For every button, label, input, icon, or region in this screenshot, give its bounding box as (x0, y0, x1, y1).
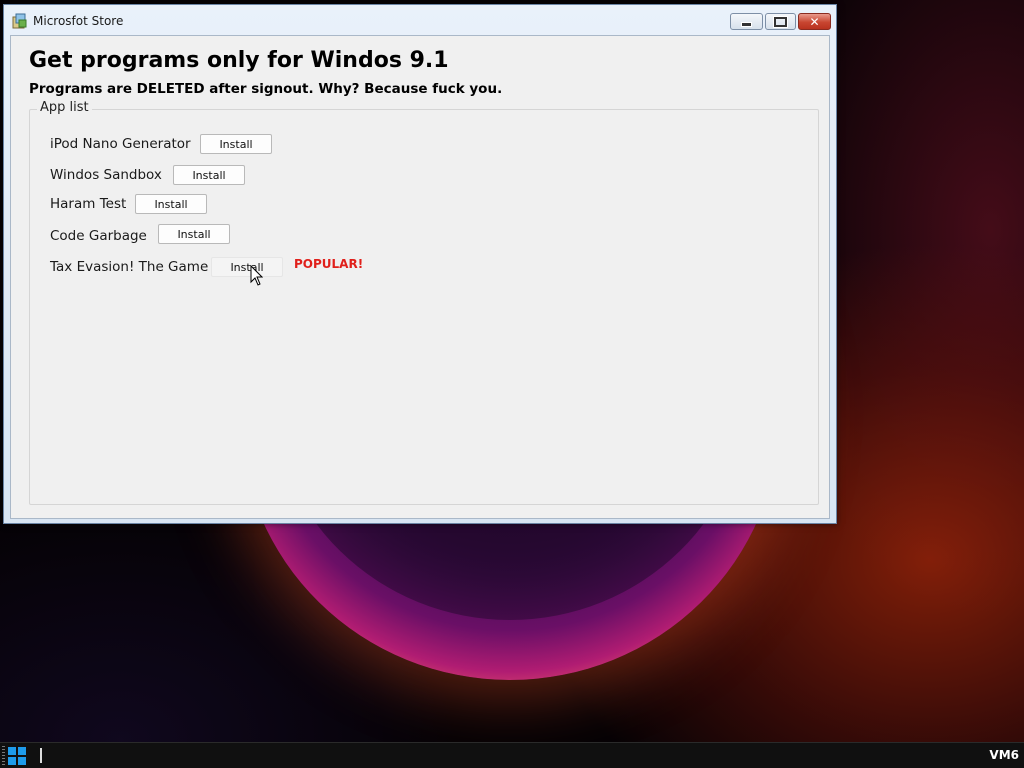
maximize-icon (773, 15, 788, 28)
mouse-cursor-icon (250, 265, 263, 286)
app-name: Tax Evasion! The Game (50, 259, 209, 275)
install-button-ipod-nano-generator[interactable]: Install (200, 134, 272, 154)
app-name: Code Garbage (50, 228, 147, 244)
popular-badge: POPULAR! (294, 257, 364, 271)
page-title: Get programs only for Windos 9.1 (29, 48, 449, 73)
minimize-icon (741, 22, 752, 27)
app-list-group: App list iPod Nano Generator Install Win… (29, 100, 819, 505)
minimize-button[interactable] (730, 13, 763, 30)
close-button[interactable]: ✕ (798, 13, 831, 30)
install-button-haram-test[interactable]: Install (135, 194, 207, 214)
windows-logo-icon[interactable] (8, 747, 26, 765)
desktop: Microsfot Store ✕ Get programs only for … (0, 0, 1024, 742)
maximize-button[interactable] (765, 13, 796, 30)
taskbar-grip (2, 746, 5, 766)
page-subtitle: Programs are DELETED after signout. Why?… (29, 81, 503, 97)
install-button-code-garbage[interactable]: Install (158, 224, 230, 244)
app-list-label: App list (37, 100, 92, 115)
title-bar[interactable]: Microsfot Store ✕ (4, 5, 836, 35)
taskbar-search-caret[interactable] (40, 748, 42, 763)
app-name: Haram Test (50, 196, 127, 212)
app-icon (12, 13, 27, 29)
window-title: Microsfot Store (33, 14, 124, 28)
install-button-tax-evasion[interactable]: Install (211, 257, 283, 277)
app-name: Windos Sandbox (50, 167, 162, 183)
vm-label: VM6 (989, 748, 1019, 762)
store-window: Microsfot Store ✕ Get programs only for … (3, 4, 837, 524)
close-icon: ✕ (809, 14, 820, 29)
install-button-windos-sandbox[interactable]: Install (173, 165, 245, 185)
taskbar: VM6 (0, 742, 1024, 768)
app-name: iPod Nano Generator (50, 136, 191, 152)
window-client-area: Get programs only for Windos 9.1 Program… (10, 35, 830, 519)
